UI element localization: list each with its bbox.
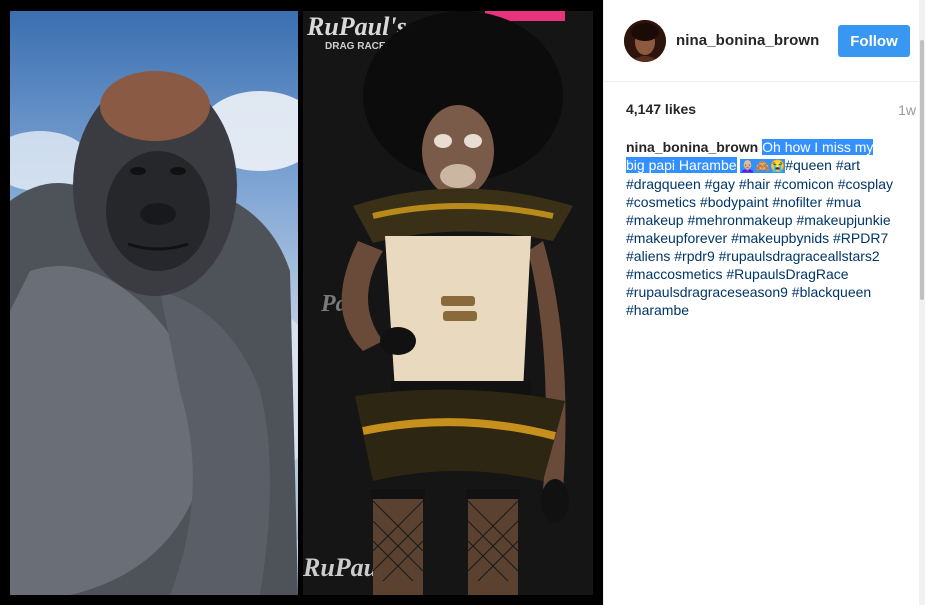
hashtag-link[interactable]: #comicon xyxy=(774,176,834,192)
caption-text-line1: Oh how I miss my xyxy=(762,139,874,155)
hashtag-link[interactable]: #blackqueen xyxy=(792,284,871,300)
hashtag-link[interactable]: #bodypaint xyxy=(700,194,769,210)
hashtag-list: #queen #art #dragqueen #gay #hair #comic… xyxy=(626,157,893,318)
hashtag-link[interactable]: #maccosmetics xyxy=(626,266,722,282)
caption-text-line2: big papi Harambe xyxy=(626,157,737,173)
drag-queen-photo: RuPaul's DRAG RACE Pau RuPaul xyxy=(303,11,593,595)
gorilla-illustration xyxy=(10,71,298,595)
hashtag-link[interactable]: #dragqueen xyxy=(626,176,701,192)
scrollbar[interactable] xyxy=(919,0,925,605)
post-time[interactable]: 1w xyxy=(898,102,916,118)
post-caption: nina_bonina_brown Oh how I miss my big p… xyxy=(626,138,904,319)
likes-row: 4,147 likes 1w xyxy=(626,101,916,121)
caption-emojis: 👩🏼‍🦲🙈😭 xyxy=(740,159,786,173)
hashtag-link[interactable]: #makeupforever xyxy=(626,230,727,246)
gorilla-photo xyxy=(10,11,298,595)
follow-button[interactable]: Follow xyxy=(838,25,910,57)
hashtag-link[interactable]: #gay xyxy=(705,176,735,192)
hashtag-link[interactable]: #makeupjunkie xyxy=(796,212,890,228)
hashtag-link[interactable]: #aliens xyxy=(626,248,670,264)
hashtag-link[interactable]: #nofilter xyxy=(772,194,822,210)
hashtag-link[interactable]: #mehronmakeup xyxy=(687,212,792,228)
username-link[interactable]: nina_bonina_brown xyxy=(676,32,819,49)
hashtag-link[interactable]: #rupaulsdragraceseason9 xyxy=(626,284,788,300)
hashtag-link[interactable]: #rupaulsdragraceallstars2 xyxy=(719,248,880,264)
hashtag-link[interactable]: #makeup xyxy=(626,212,684,228)
hashtag-link[interactable]: #RupaulsDragRace xyxy=(726,266,848,282)
post-image[interactable]: RuPaul's DRAG RACE Pau RuPaul xyxy=(0,0,603,605)
avatar[interactable] xyxy=(624,19,666,62)
hashtag-link[interactable]: #RPDR7 xyxy=(833,230,888,246)
scrollbar-thumb[interactable] xyxy=(920,40,924,300)
hashtag-link[interactable]: #cosmetics xyxy=(626,194,696,210)
post-header: nina_bonina_brown Follow xyxy=(604,0,920,82)
post-sidebar: nina_bonina_brown Follow 4,147 likes 1w … xyxy=(603,0,925,605)
drag-queen-illustration: RuPaul's DRAG RACE Pau RuPaul xyxy=(303,11,573,595)
hashtag-link[interactable]: #mua xyxy=(826,194,861,210)
instagram-post: RuPaul's DRAG RACE Pau RuPaul nina_bonin… xyxy=(0,0,925,605)
hashtag-link[interactable]: #rpdr9 xyxy=(674,248,714,264)
likes-count[interactable]: 4,147 likes xyxy=(626,101,696,117)
hashtag-link[interactable]: #art xyxy=(836,157,860,173)
avatar-image xyxy=(624,19,666,62)
hashtag-link[interactable]: #queen xyxy=(785,157,832,173)
hashtag-link[interactable]: #hair xyxy=(739,176,770,192)
hashtag-link[interactable]: #cosplay xyxy=(838,176,893,192)
caption-author[interactable]: nina_bonina_brown xyxy=(626,139,758,155)
hashtag-link[interactable]: #harambe xyxy=(626,302,689,318)
backdrop-logo-sub: DRAG RACE xyxy=(325,41,386,52)
hashtag-link[interactable]: #makeupbynids xyxy=(731,230,829,246)
